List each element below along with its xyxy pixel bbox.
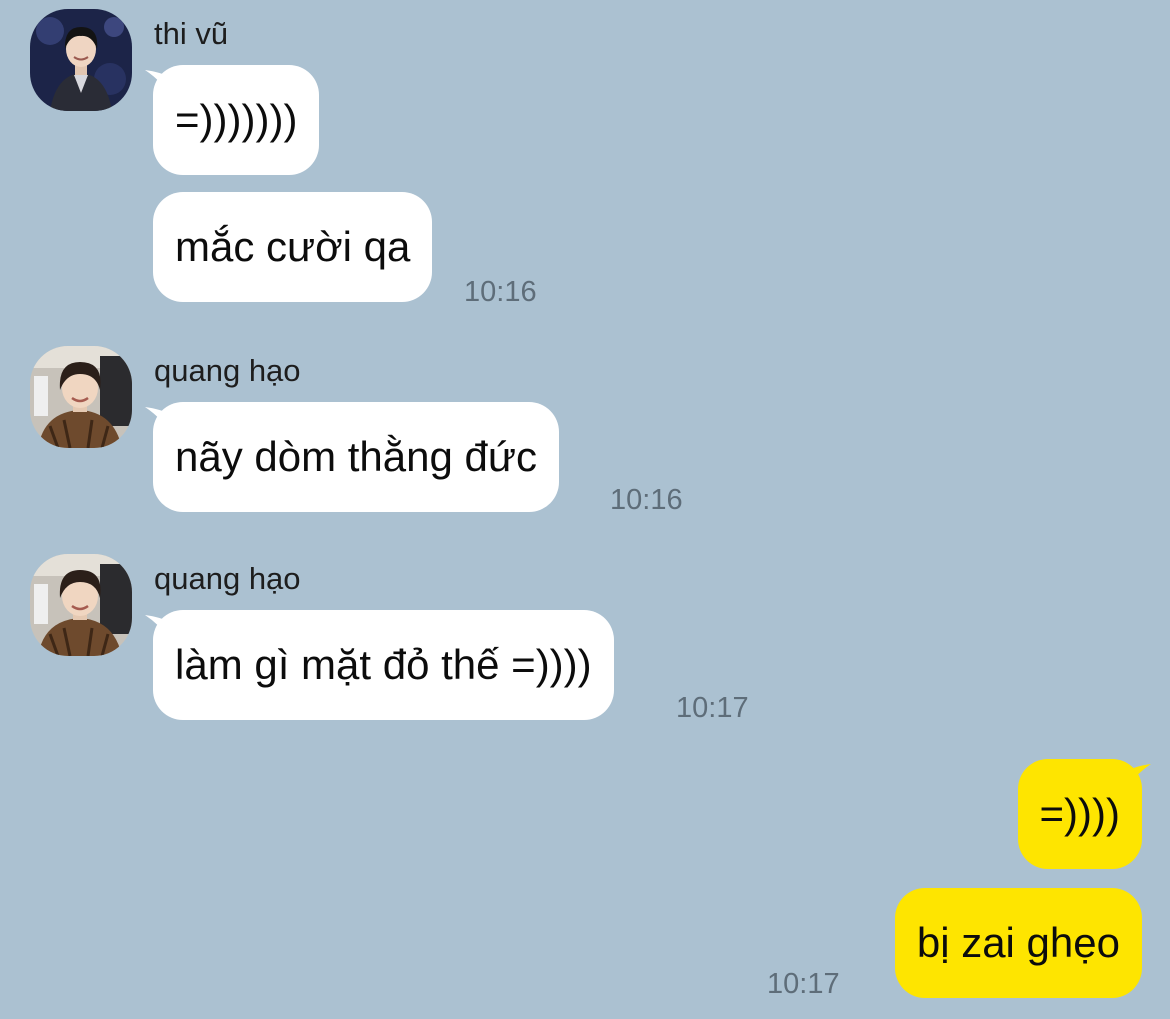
- avatar-quang-hao[interactable]: [30, 554, 132, 656]
- message-bubble[interactable]: =)))): [1017, 759, 1142, 869]
- avatar-quang-hao[interactable]: [30, 346, 132, 448]
- message-bubble[interactable]: nãy dòm thằng đức: [153, 402, 560, 512]
- message-bubble[interactable]: mắc cười qa: [153, 192, 433, 302]
- avatar-photo-icon: [30, 554, 132, 656]
- avatar-thi-vu[interactable]: [30, 9, 132, 111]
- avatar-photo-icon: [30, 346, 132, 448]
- message-bubble[interactable]: bị zai ghẹo: [894, 888, 1142, 998]
- sender-name: quang hạo: [154, 353, 301, 388]
- avatar-photo-icon: [30, 9, 132, 111]
- message-timestamp: 10:17: [767, 968, 840, 1000]
- sender-name: quang hạo: [154, 561, 301, 596]
- sender-name: thi vũ: [154, 16, 229, 51]
- message-bubble[interactable]: làm gì mặt đỏ thế =)))): [153, 610, 614, 720]
- message-timestamp: 10:16: [610, 484, 683, 516]
- message-bubble[interactable]: =))))))): [153, 65, 320, 175]
- message-timestamp: 10:16: [464, 276, 537, 308]
- message-timestamp: 10:17: [676, 692, 749, 724]
